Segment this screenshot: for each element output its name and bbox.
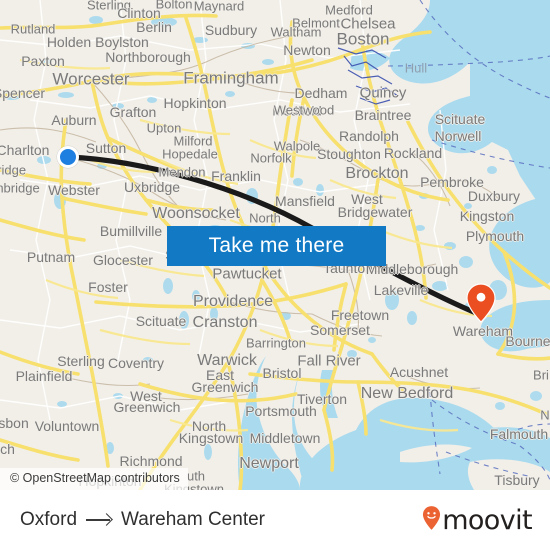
moovit-wordmark: moovit — [442, 504, 532, 536]
moovit-logo[interactable]: moovit — [422, 504, 533, 536]
map-canvas[interactable]: Rutland Sterling Clinton Bolton Maynard Berli… — [0, 0, 550, 490]
destination-label: Wareham Center — [121, 509, 265, 530]
take-me-there-button[interactable]: Take me there — [167, 226, 386, 266]
arrow-right-icon — [86, 513, 112, 527]
footer-bar: Oxford Wareham Center moovit — [0, 490, 550, 550]
destination-marker[interactable] — [466, 283, 496, 323]
map-attribution[interactable]: © OpenStreetMap contributors — [0, 468, 188, 490]
cta-label: Take me there — [208, 234, 345, 257]
route-summary: Oxford Wareham Center — [20, 509, 265, 531]
origin-label: Oxford — [20, 509, 78, 530]
moovit-route-card: Rutland Sterling Clinton Bolton Maynard Berli… — [0, 0, 550, 550]
origin-marker[interactable] — [57, 146, 79, 168]
moovit-pin-icon — [422, 505, 441, 536]
